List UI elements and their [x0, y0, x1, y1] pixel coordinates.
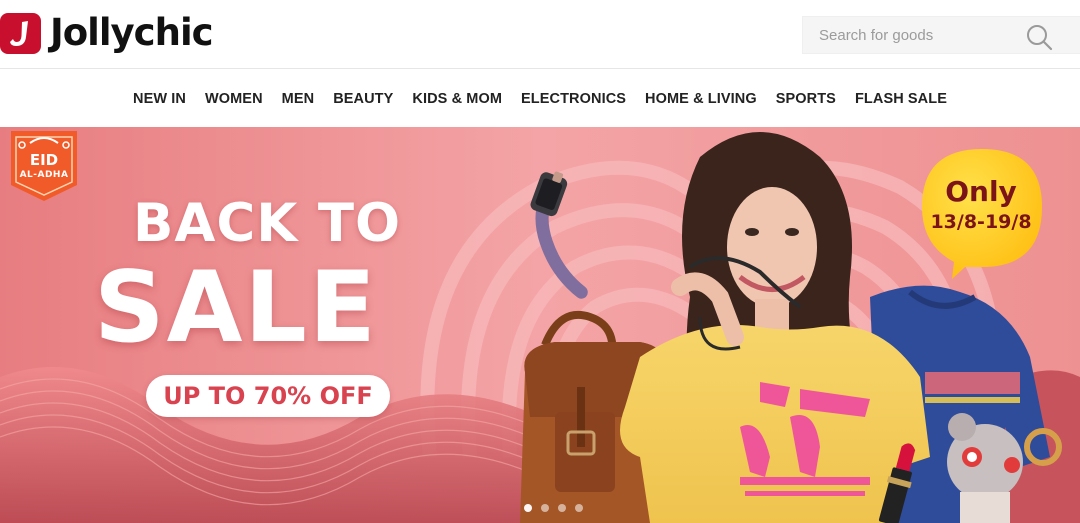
eid-badge: EID AL-ADHA — [11, 129, 77, 201]
nav-item-women[interactable]: WOMEN — [205, 91, 263, 107]
nav-item-flash-sale[interactable]: FLASH SALE — [855, 91, 947, 107]
eid-badge-title: EID — [29, 151, 59, 169]
brand-logo-icon — [0, 12, 41, 54]
discount-pill: UP TO 70% OFF — [146, 375, 390, 417]
nav-item-sports[interactable]: SPORTS — [776, 91, 836, 107]
discount-text: UP TO 70% OFF — [163, 382, 373, 410]
promo-bubble-dates: 13/8-19/8 — [930, 211, 1032, 233]
category-nav: NEW IN WOMEN MEN BEAUTY KIDS & MOM ELECT… — [0, 70, 1080, 127]
search-input[interactable] — [803, 17, 1013, 53]
search-bar — [802, 16, 1080, 54]
nav-item-new-in[interactable]: NEW IN — [133, 91, 186, 107]
nav-item-kids-mom[interactable]: KIDS & MOM — [412, 91, 502, 107]
banner-headline-top: BACK TO — [133, 193, 402, 254]
brand-name: Jollychic — [50, 11, 214, 54]
promo-bubble-title: Only — [945, 175, 1017, 208]
carousel-pagination — [524, 504, 592, 512]
brand-logo[interactable]: Jollychic — [0, 11, 214, 54]
search-button[interactable] — [1025, 23, 1055, 51]
carousel-dot[interactable] — [541, 504, 549, 512]
promo-banner[interactable]: EID AL-ADHA BACK TO SALE UP TO 70% OFF O… — [0, 127, 1080, 523]
nav-item-men[interactable]: MEN — [282, 91, 315, 107]
banner-headline-main: SALE — [94, 251, 378, 365]
nav-item-beauty[interactable]: BEAUTY — [333, 91, 393, 107]
carousel-dot[interactable] — [558, 504, 566, 512]
site-header: Jollychic — [0, 0, 1080, 69]
nav-item-home-living[interactable]: HOME & LIVING — [645, 91, 757, 107]
eid-badge-subtitle: AL-ADHA — [19, 170, 69, 180]
nav-item-electronics[interactable]: ELECTRONICS — [521, 91, 626, 107]
carousel-dot[interactable] — [524, 504, 532, 512]
search-icon — [1027, 25, 1053, 51]
carousel-dot[interactable] — [575, 504, 583, 512]
